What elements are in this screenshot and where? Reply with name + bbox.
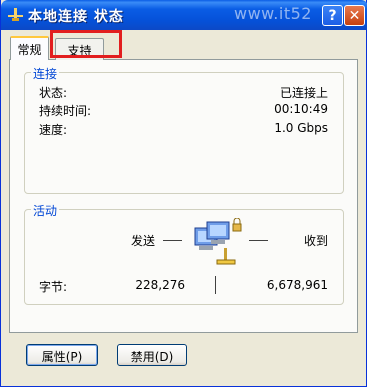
received-label: 收到 xyxy=(304,234,329,248)
status-label: 状态: xyxy=(39,86,68,100)
sent-label: 发送 xyxy=(131,234,156,248)
window-title: 本地连接 状态 xyxy=(28,9,124,25)
network-activity-icon xyxy=(194,218,242,265)
close-button[interactable]: ✕ xyxy=(344,5,365,26)
watermark-text: www.it52 xyxy=(234,4,312,23)
help-button[interactable]: ? xyxy=(322,5,343,26)
speed-value: 1.0 Gbps xyxy=(274,121,328,135)
highlight-box xyxy=(50,30,122,58)
title-bar[interactable]: 本地连接 状态 www.it52 ? ✕ xyxy=(1,0,367,30)
network-connection-icon xyxy=(8,8,23,21)
duration-value: 00:10:49 xyxy=(274,102,328,116)
sent-line xyxy=(163,240,182,241)
properties-button[interactable]: 属性(P) xyxy=(26,344,98,366)
duration-label: 持续时间: xyxy=(39,104,92,118)
activity-group-title: 活动 xyxy=(31,202,60,219)
status-dialog: 本地连接 状态 www.it52 ? ✕ 常规 支持 连接 状态: 已连接上 持… xyxy=(0,0,367,387)
bytes-label: 字节: xyxy=(39,280,68,294)
bytes-divider xyxy=(215,276,216,294)
bytes-sent-value: 228,276 xyxy=(135,278,185,292)
disable-button[interactable]: 禁用(D) xyxy=(117,344,187,366)
tab-general[interactable]: 常规 xyxy=(10,36,49,60)
speed-label: 速度: xyxy=(39,123,68,137)
received-line xyxy=(249,240,268,241)
status-value: 已连接上 xyxy=(279,86,328,100)
connection-group-title: 连接 xyxy=(31,65,60,82)
bytes-received-value: 6,678,961 xyxy=(266,278,328,292)
